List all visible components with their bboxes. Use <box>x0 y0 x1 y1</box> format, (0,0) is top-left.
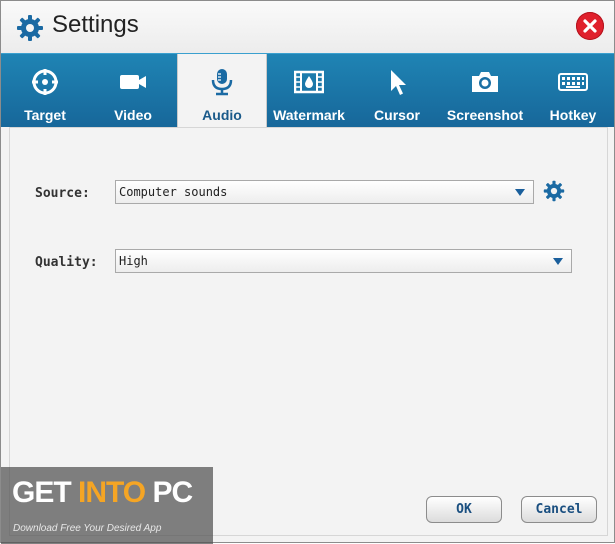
watermark-text-into: INTO <box>78 476 146 509</box>
watermark-logo: GET INTO PC <box>12 476 193 510</box>
watermark-film-icon <box>294 70 324 94</box>
tab-bar: Target Video Audio Watermark Cursor Scre… <box>1 53 614 127</box>
tab-audio[interactable]: Audio <box>177 54 267 127</box>
microphone-icon <box>211 69 233 96</box>
watermark-overlay: GET INTO PC Download Free Your Desired A… <box>1 467 213 544</box>
quality-select[interactable]: High <box>115 249 572 273</box>
gear-icon <box>17 15 43 41</box>
source-select[interactable]: Computer sounds <box>115 180 534 204</box>
watermark-subtitle: Download Free Your Desired App <box>13 523 162 534</box>
tab-video[interactable]: Video <box>89 54 177 127</box>
tab-label: Hotkey <box>549 107 597 123</box>
tab-label: Watermark <box>273 107 345 123</box>
keyboard-icon <box>558 73 588 91</box>
settings-window: Settings Target Video Audio Watermark Cu… <box>0 0 615 544</box>
chevron-down-icon <box>515 189 525 196</box>
tab-target[interactable]: Target <box>1 54 89 127</box>
target-icon <box>32 69 58 95</box>
close-button[interactable] <box>576 12 604 40</box>
quality-value: High <box>119 254 148 268</box>
source-settings-gear-icon[interactable] <box>543 180 565 202</box>
camera-icon <box>472 72 498 92</box>
tab-label: Cursor <box>374 107 420 123</box>
source-value: Computer sounds <box>119 185 228 199</box>
window-title: Settings <box>52 11 139 38</box>
tab-cursor[interactable]: Cursor <box>353 54 441 127</box>
tab-watermark[interactable]: Watermark <box>265 54 353 127</box>
tab-label: Video <box>114 107 152 123</box>
title-bar[interactable]: Settings <box>1 1 614 53</box>
video-camera-icon <box>120 75 146 89</box>
close-icon <box>583 19 597 33</box>
watermark-text-pc: PC <box>145 476 193 509</box>
chevron-down-icon <box>553 258 563 265</box>
tab-label: Audio <box>202 107 242 123</box>
tab-screenshot[interactable]: Screenshot <box>441 54 529 127</box>
quality-label: Quality: <box>35 255 98 270</box>
watermark-text-get: GET <box>12 476 79 509</box>
ok-button[interactable]: OK <box>426 496 502 523</box>
cursor-arrow-icon <box>391 70 406 95</box>
source-label: Source: <box>35 186 90 201</box>
tab-label: Target <box>24 107 66 123</box>
tab-label: Screenshot <box>446 107 524 123</box>
tab-hotkey[interactable]: Hotkey <box>529 54 615 127</box>
cancel-button[interactable]: Cancel <box>521 496 597 523</box>
